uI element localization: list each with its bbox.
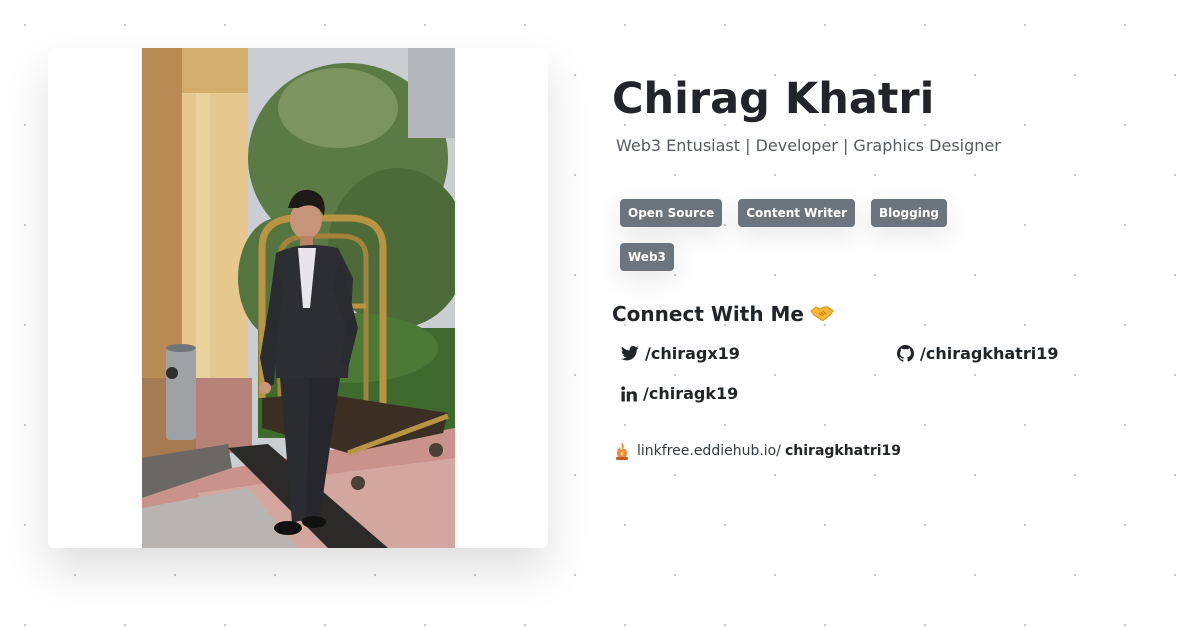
linkfree-logo-icon bbox=[616, 442, 628, 460]
profile-name: Chirag Khatri bbox=[612, 74, 935, 124]
linkedin-icon bbox=[621, 385, 637, 401]
linkfree-host: linkfree.eddiehub.io/ bbox=[637, 443, 781, 459]
tag-list: Open Source Content Writer Blogging Web3 bbox=[620, 199, 980, 271]
profile-photo-card bbox=[48, 48, 548, 548]
github-icon bbox=[897, 345, 914, 362]
connect-heading: Connect With Me bbox=[612, 302, 834, 326]
linkedin-handle: /chiragk19 bbox=[643, 384, 739, 403]
connect-heading-text: Connect With Me bbox=[612, 302, 804, 326]
handshake-icon bbox=[810, 306, 834, 321]
profile-photo bbox=[48, 48, 548, 548]
profile-tagline: Web3 Entusiast | Developer | Graphics De… bbox=[616, 136, 1001, 155]
github-handle: /chiragkhatri19 bbox=[920, 344, 1059, 363]
twitter-handle: /chiragx19 bbox=[645, 344, 740, 363]
tag-content-writer: Content Writer bbox=[738, 199, 856, 227]
twitter-icon bbox=[621, 346, 639, 361]
linkedin-link[interactable]: /chiragk19 bbox=[621, 384, 738, 403]
github-link[interactable]: /chiragkhatri19 bbox=[897, 344, 1058, 363]
tag-open-source: Open Source bbox=[620, 199, 723, 227]
linkfree-username: chiragkhatri19 bbox=[784, 443, 902, 459]
tag-blogging: Blogging bbox=[871, 199, 947, 227]
tag-web3: Web3 bbox=[620, 243, 674, 271]
twitter-link[interactable]: /chiragx19 bbox=[621, 344, 740, 363]
linkfree-link[interactable]: linkfree.eddiehub.io/ chiragkhatri19 bbox=[613, 441, 901, 461]
